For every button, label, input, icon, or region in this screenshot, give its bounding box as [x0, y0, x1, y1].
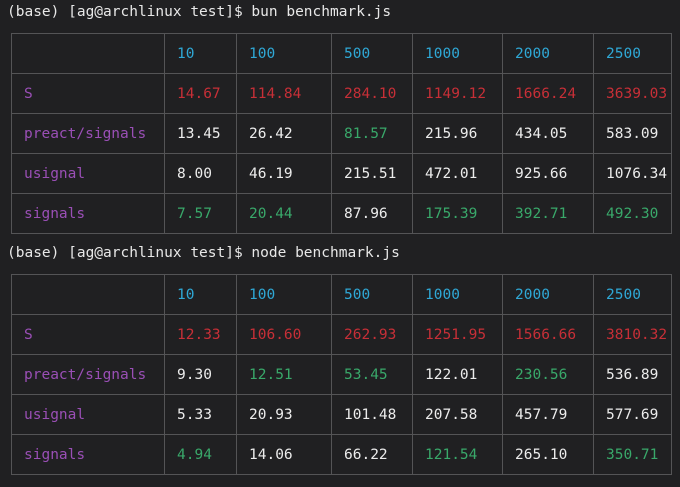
timing-value-cell: 12.33: [164, 314, 237, 355]
library-name-cell: S: [11, 314, 165, 355]
timing-value-cell: 14.06: [236, 434, 332, 475]
timing-value-cell: 583.09: [593, 113, 672, 154]
timing-value-cell: 175.39: [412, 193, 503, 234]
column-header: 10: [164, 33, 237, 74]
timing-value-cell: 20.44: [236, 193, 332, 234]
timing-value-cell: 536.89: [593, 354, 672, 395]
column-header: 2000: [502, 33, 594, 74]
timing-value-cell: 1149.12: [412, 73, 503, 114]
header-corner-cell: [11, 274, 165, 315]
timing-value-cell: 3639.03: [593, 73, 672, 114]
timing-value-cell: 8.00: [164, 153, 237, 194]
timing-value-cell: 284.10: [331, 73, 413, 114]
timing-value-cell: 207.58: [412, 394, 503, 435]
timing-value-cell: 12.51: [236, 354, 332, 395]
library-name-cell: usignal: [11, 394, 165, 435]
header-corner-cell: [11, 33, 165, 74]
table-row: signals 7.57 20.44 87.96 175.39 392.71 492.30: [11, 193, 672, 234]
timing-value-cell: 114.84: [236, 73, 332, 114]
timing-value-cell: 106.60: [236, 314, 332, 355]
timing-value-cell: 66.22: [331, 434, 413, 475]
timing-value-cell: 457.79: [502, 394, 594, 435]
timing-value-cell: 577.69: [593, 394, 672, 435]
terminal-prompt-bun: (base) [ag@archlinux test]$ bun benchmar…: [7, 4, 392, 20]
timing-value-cell: 472.01: [412, 153, 503, 194]
library-name-cell: usignal: [11, 153, 165, 194]
column-header: 1000: [412, 274, 503, 315]
timing-value-cell: 121.54: [412, 434, 503, 475]
timing-value-cell: 262.93: [331, 314, 413, 355]
timing-value-cell: 81.57: [331, 113, 413, 154]
column-header: 10: [164, 274, 237, 315]
timing-value-cell: 4.94: [164, 434, 237, 475]
column-header: 100: [236, 274, 332, 315]
library-name-cell: preact/signals: [11, 354, 165, 395]
table-row: usignal 5.33 20.93 101.48 207.58 457.79 577.69: [11, 394, 672, 435]
timing-value-cell: 350.71: [593, 434, 672, 475]
timing-value-cell: 925.66: [502, 153, 594, 194]
timing-value-cell: 46.19: [236, 153, 332, 194]
library-name-cell: S: [11, 73, 165, 114]
timing-value-cell: 9.30: [164, 354, 237, 395]
column-header: 100: [236, 33, 332, 74]
timing-value-cell: 1076.34: [593, 153, 672, 194]
timing-value-cell: 1666.24: [502, 73, 594, 114]
timing-value-cell: 122.01: [412, 354, 503, 395]
column-header: 1000: [412, 33, 503, 74]
timing-value-cell: 26.42: [236, 113, 332, 154]
table-row: S 14.67 114.84 284.10 1149.12 1666.24 3639.03: [11, 73, 672, 114]
table-row: preact/signals 9.30 12.51 53.45 122.01 230.56…: [11, 354, 672, 395]
timing-value-cell: 392.71: [502, 193, 594, 234]
timing-value-cell: 215.96: [412, 113, 503, 154]
timing-value-cell: 14.67: [164, 73, 237, 114]
table-header-row: 10 100 500 1000 2000 2500: [11, 274, 672, 315]
column-header: 500: [331, 33, 413, 74]
timing-value-cell: 7.57: [164, 193, 237, 234]
timing-value-cell: 265.10: [502, 434, 594, 475]
timing-value-cell: 434.05: [502, 113, 594, 154]
table-row: S 12.33 106.60 262.93 1251.95 1566.66 3810.32: [11, 314, 672, 355]
timing-value-cell: 13.45: [164, 113, 237, 154]
terminal-prompt-node: (base) [ag@archlinux test]$ node benchma…: [7, 245, 400, 261]
benchmark-table-bun: 10 100 500 1000 2000 2500 S 14.67 114.84 284.10 1…: [11, 33, 672, 234]
timing-value-cell: 5.33: [164, 394, 237, 435]
table-row: preact/signals 13.45 26.42 81.57 215.96 434.0…: [11, 113, 672, 154]
timing-value-cell: 492.30: [593, 193, 672, 234]
timing-value-cell: 1566.66: [502, 314, 594, 355]
timing-value-cell: 53.45: [331, 354, 413, 395]
library-name-cell: preact/signals: [11, 113, 165, 154]
timing-value-cell: 230.56: [502, 354, 594, 395]
column-header: 2500: [593, 33, 672, 74]
column-header: 2500: [593, 274, 672, 315]
column-header: 500: [331, 274, 413, 315]
timing-value-cell: 3810.32: [593, 314, 672, 355]
table-row: usignal 8.00 46.19 215.51 472.01 925.66 1076.3…: [11, 153, 672, 194]
timing-value-cell: 1251.95: [412, 314, 503, 355]
table-header-row: 10 100 500 1000 2000 2500: [11, 33, 672, 74]
timing-value-cell: 87.96: [331, 193, 413, 234]
benchmark-table-node: 10 100 500 1000 2000 2500 S 12.33 106.60 262.93 1…: [11, 274, 672, 475]
timing-value-cell: 215.51: [331, 153, 413, 194]
library-name-cell: signals: [11, 193, 165, 234]
table-row: signals 4.94 14.06 66.22 121.54 265.10 350.71: [11, 434, 672, 475]
timing-value-cell: 101.48: [331, 394, 413, 435]
column-header: 2000: [502, 274, 594, 315]
library-name-cell: signals: [11, 434, 165, 475]
terminal-next-line: [0, 480, 680, 487]
timing-value-cell: 20.93: [236, 394, 332, 435]
